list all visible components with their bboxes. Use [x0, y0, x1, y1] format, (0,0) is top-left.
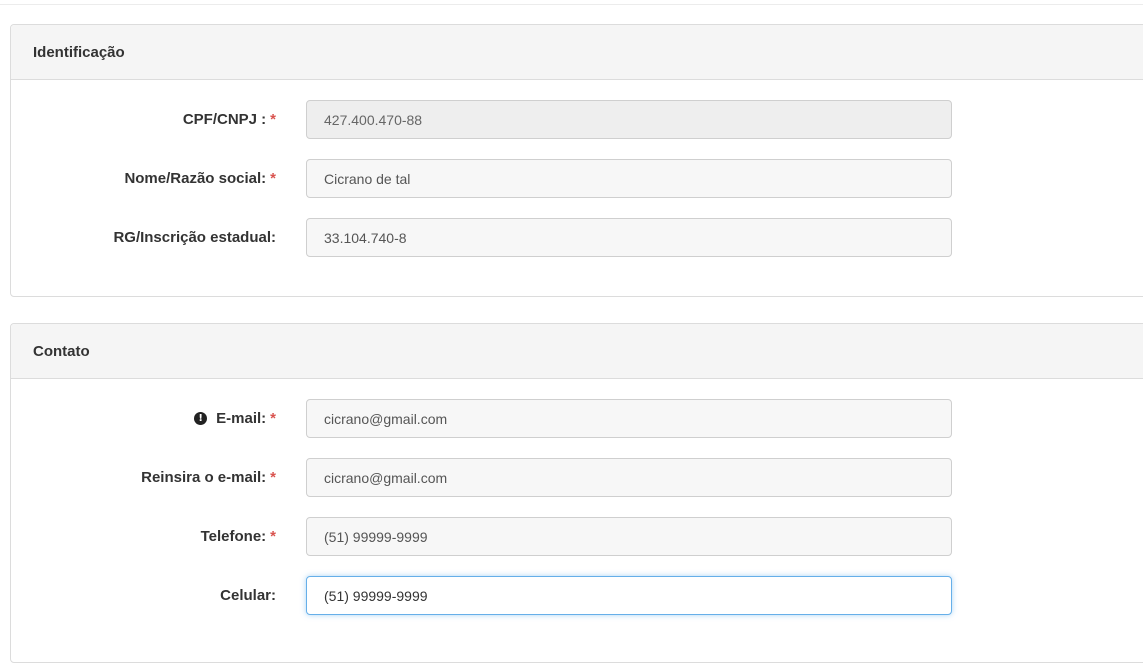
email-label-text: E-mail:	[216, 410, 267, 427]
email-confirm-label-text: Reinsira o e-mail:	[141, 469, 267, 486]
telefone-label-text: Telefone:	[200, 528, 267, 545]
exclamation-circle-icon: !	[194, 412, 208, 425]
rg-label: RG/Inscrição estadual:	[113, 218, 276, 257]
email-row: ! E-mail: *	[11, 399, 952, 438]
rg-label-text: RG/Inscrição estadual:	[113, 229, 276, 246]
cpf-label-text: CPF/CNPJ :	[182, 111, 267, 128]
contato-panel: Contato ! E-mail: * Reinsira o e-mail: *…	[10, 323, 1143, 663]
email-confirm-input[interactable]	[306, 458, 952, 497]
rg-input[interactable]	[306, 218, 952, 257]
telefone-input[interactable]	[306, 517, 952, 556]
required-marker: *	[270, 528, 276, 545]
celular-input[interactable]	[306, 576, 952, 615]
celular-label: Celular:	[220, 576, 276, 615]
nome-label-text: Nome/Razão social:	[124, 170, 267, 187]
celular-row: Celular:	[11, 576, 952, 615]
nome-label: Nome/Razão social: *	[124, 159, 276, 198]
email-confirm-label: Reinsira o e-mail: *	[141, 458, 276, 497]
required-marker: *	[270, 410, 276, 427]
telefone-label: Telefone: *	[201, 517, 276, 556]
contato-heading: Contato	[11, 324, 1143, 379]
identificacao-panel: Identificação CPF/CNPJ : * Nome/Razão so…	[10, 24, 1143, 297]
rg-row: RG/Inscrição estadual:	[11, 218, 952, 257]
celular-label-text: Celular:	[220, 587, 276, 604]
required-marker: *	[270, 170, 276, 187]
top-divider	[0, 4, 1143, 5]
nome-row: Nome/Razão social: *	[11, 159, 952, 198]
email-label: ! E-mail: *	[194, 399, 276, 438]
email-confirm-row: Reinsira o e-mail: *	[11, 458, 952, 497]
identificacao-heading: Identificação	[11, 25, 1143, 80]
cpf-label: CPF/CNPJ : *	[183, 100, 276, 139]
email-input[interactable]	[306, 399, 952, 438]
required-marker: *	[270, 111, 276, 128]
cpf-input[interactable]	[306, 100, 952, 139]
cpf-row: CPF/CNPJ : *	[11, 100, 952, 139]
telefone-row: Telefone: *	[11, 517, 952, 556]
required-marker: *	[270, 469, 276, 486]
nome-input[interactable]	[306, 159, 952, 198]
